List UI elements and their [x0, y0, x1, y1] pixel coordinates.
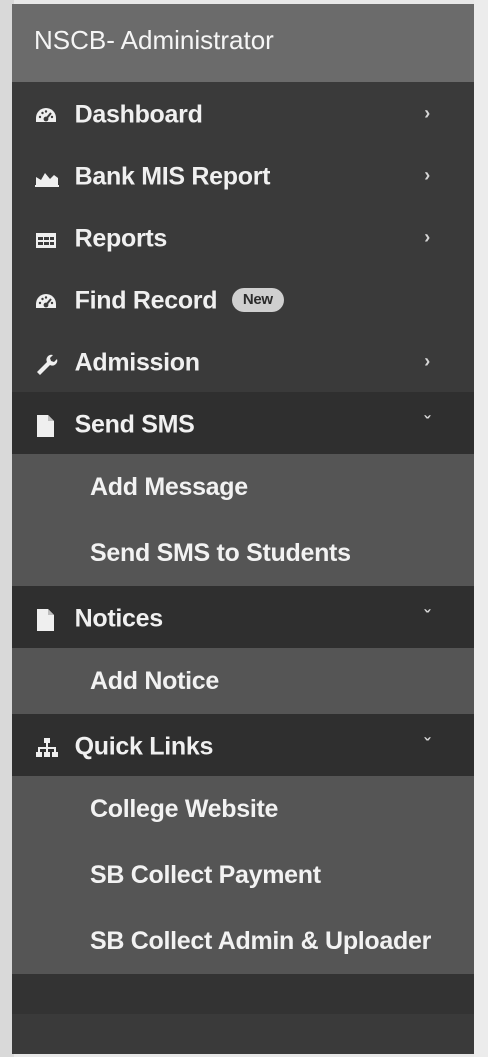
area-chart-icon — [34, 145, 68, 207]
notices-submenu: Add Notice — [12, 648, 474, 714]
chevron-right-icon: › — [424, 103, 430, 123]
send-sms-submenu: Add Message Send SMS to Students — [12, 454, 474, 586]
quick-links-submenu: College Website SB Collect Payment SB Co… — [12, 776, 474, 974]
chevron-down-icon: ˇ — [424, 413, 430, 433]
chevron-right-icon: › — [424, 227, 430, 247]
page-background-right — [474, 0, 488, 1057]
sidebar-item-label: Reports — [74, 224, 168, 253]
screen: NSCB- Administrator Dashboard › Bank MIS… — [0, 0, 488, 1057]
sidebar-item-quick-links[interactable]: Quick Links ˇ — [12, 714, 474, 776]
wrench-icon — [34, 331, 68, 393]
sidebar-item-label: Dashboard — [74, 100, 203, 129]
submenu-item-add-notice[interactable]: Add Notice — [12, 648, 474, 714]
table-icon — [34, 207, 68, 269]
chevron-right-icon: › — [424, 351, 430, 371]
chevron-down-icon: ˇ — [424, 735, 430, 755]
file-icon — [34, 393, 68, 455]
admin-sidebar: NSCB- Administrator Dashboard › Bank MIS… — [12, 4, 474, 1054]
new-badge: New — [231, 288, 284, 313]
sidebar-item-bank-mis-report[interactable]: Bank MIS Report › — [12, 144, 474, 206]
submenu-item-college-website[interactable]: College Website — [12, 776, 474, 842]
sidebar-item-admission[interactable]: Admission › — [12, 330, 474, 392]
sidebar-item-label: Bank MIS Report — [74, 162, 271, 191]
chevron-down-icon: ˇ — [424, 607, 430, 627]
chevron-right-icon: › — [424, 165, 430, 185]
tachometer-icon — [34, 269, 68, 331]
file-icon — [34, 587, 68, 649]
submenu-item-sb-collect-payment[interactable]: SB Collect Payment — [12, 842, 474, 908]
sidebar-footer-area — [12, 974, 474, 1014]
sidebar-item-send-sms[interactable]: Send SMS ˇ — [12, 392, 474, 454]
sidebar-item-label: Send SMS — [74, 410, 195, 439]
sidebar-item-label: Admission — [74, 348, 200, 377]
sitemap-icon — [34, 715, 68, 777]
tachometer-icon — [34, 83, 68, 145]
sidebar-item-label: Notices — [74, 604, 164, 633]
submenu-item-sb-collect-admin-uploader[interactable]: SB Collect Admin & Uploader — [12, 908, 474, 974]
sidebar-item-dashboard[interactable]: Dashboard › — [12, 82, 474, 144]
sidebar-item-reports[interactable]: Reports › — [12, 206, 474, 268]
submenu-item-add-message[interactable]: Add Message — [12, 454, 474, 520]
sidebar-brand-title[interactable]: NSCB- Administrator — [12, 4, 474, 82]
sidebar-item-label: Quick Links — [74, 732, 214, 761]
submenu-item-send-sms-to-students[interactable]: Send SMS to Students — [12, 520, 474, 586]
sidebar-item-find-record[interactable]: Find Record New — [12, 268, 474, 330]
sidebar-item-notices[interactable]: Notices ˇ — [12, 586, 474, 648]
sidebar-item-label: Find Record — [74, 286, 218, 315]
